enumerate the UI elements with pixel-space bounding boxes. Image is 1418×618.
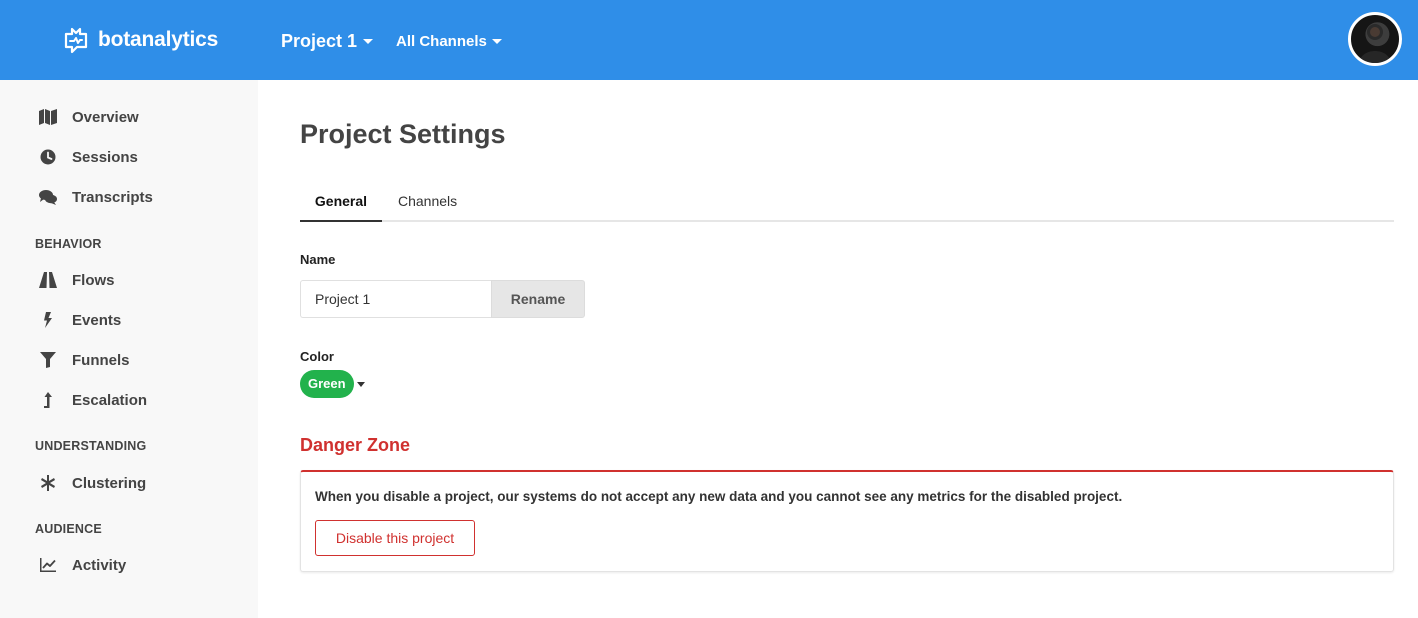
sidebar-item-label: Events xyxy=(72,311,122,329)
sidebar-item-label: Sessions xyxy=(72,148,138,166)
sidebar-item-label: Transcripts xyxy=(72,188,153,206)
sidebar-item-transcripts[interactable]: Transcripts xyxy=(38,183,153,211)
user-avatar[interactable] xyxy=(1348,12,1402,66)
disable-project-button[interactable]: Disable this project xyxy=(315,520,475,556)
sidebar-section-audience: AUDIENCE xyxy=(35,522,102,536)
sidebar-item-label: Overview xyxy=(72,108,139,126)
project-dropdown[interactable]: Project 1 xyxy=(281,31,374,52)
bolt-icon xyxy=(44,312,52,328)
tab-general[interactable]: General xyxy=(300,184,382,222)
sidebar-item-label: Clustering xyxy=(72,474,147,492)
channel-dropdown[interactable]: All Channels xyxy=(396,33,502,50)
filter-icon xyxy=(40,352,56,368)
brand-logo[interactable]: botanalytics xyxy=(62,26,218,54)
sidebar-section-behavior: BEHAVIOR xyxy=(35,237,102,251)
color-label: Color xyxy=(300,349,334,364)
danger-zone-panel: When you disable a project, our systems … xyxy=(300,470,1394,572)
sidebar-item-activity[interactable]: Activity xyxy=(38,551,126,579)
chevron-down-icon xyxy=(491,39,502,44)
sidebar-item-label: Activity xyxy=(72,556,127,574)
brand-name: botanalytics xyxy=(98,28,219,51)
sidebar-item-funnels[interactable]: Funnels xyxy=(38,346,130,374)
channel-dropdown-label: All Channels xyxy=(396,33,487,50)
page-title: Project Settings xyxy=(300,119,506,149)
road-icon xyxy=(39,272,57,288)
sidebar-item-sessions[interactable]: Sessions xyxy=(38,143,138,171)
name-label: Name xyxy=(300,252,336,267)
color-select[interactable]: Green xyxy=(300,370,354,398)
sidebar-item-overview[interactable]: Overview xyxy=(38,103,139,131)
level-up-icon xyxy=(44,392,52,408)
danger-zone-description: When you disable a project, our systems … xyxy=(315,489,1123,504)
sidebar-item-events[interactable]: Events xyxy=(38,306,121,334)
map-icon xyxy=(39,109,57,125)
sidebar-section-understanding: UNDERSTANDING xyxy=(35,439,147,453)
bot-logo-icon xyxy=(64,27,88,54)
sidebar: Overview Sessions Transcripts BEHAVIOR F… xyxy=(0,80,258,618)
danger-zone-title: Danger Zone xyxy=(300,435,411,455)
project-name-input[interactable] xyxy=(300,280,492,318)
user-photo-icon xyxy=(1359,24,1391,63)
clock-icon xyxy=(40,149,56,165)
sidebar-item-clustering[interactable]: Clustering xyxy=(38,469,146,497)
sidebar-item-label: Funnels xyxy=(72,351,130,369)
rename-button[interactable]: Rename xyxy=(491,280,585,318)
chat-bubbles-icon xyxy=(39,190,57,205)
settings-tabs: General Channels xyxy=(300,184,1394,222)
asterisk-icon xyxy=(41,475,55,491)
sidebar-item-flows[interactable]: Flows xyxy=(38,266,115,294)
sidebar-item-label: Escalation xyxy=(72,391,148,409)
line-chart-icon xyxy=(40,558,56,572)
top-bar: botanalytics Project 1 All Channels xyxy=(0,0,1418,80)
tab-channels[interactable]: Channels xyxy=(398,184,457,222)
sidebar-item-escalation[interactable]: Escalation xyxy=(38,386,147,414)
project-dropdown-label: Project 1 xyxy=(281,31,358,51)
chevron-down-icon xyxy=(363,39,374,44)
chevron-down-icon[interactable] xyxy=(357,382,365,387)
sidebar-item-label: Flows xyxy=(72,271,115,289)
